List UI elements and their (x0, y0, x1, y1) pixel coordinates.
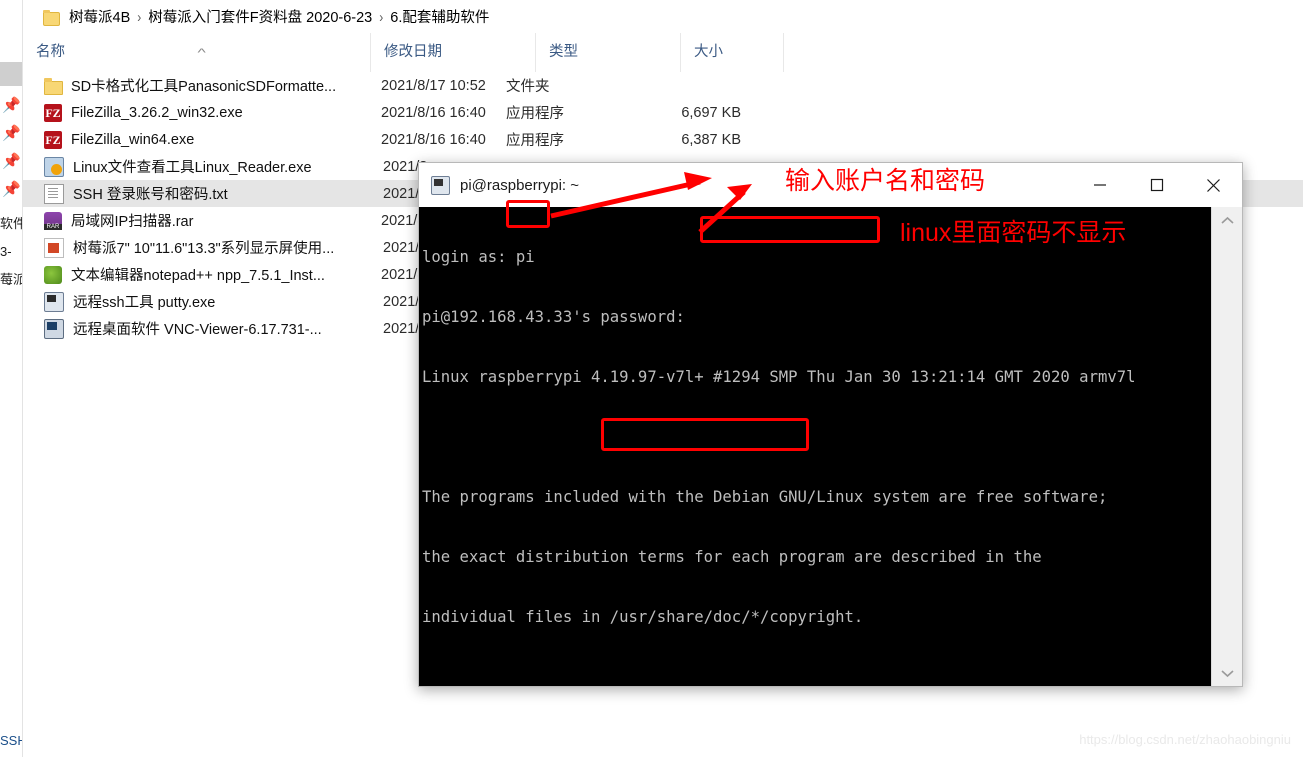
column-header-name[interactable]: 名称 ^ (23, 33, 370, 72)
terminal-line: The programs included with the Debian GN… (422, 488, 1108, 506)
putty-terminal-window[interactable]: pi@raspberrypi: ~ login as: pi pi@192.16… (418, 162, 1243, 687)
file-name: 局域网IP扫描器.rar (71, 214, 194, 230)
pin-icon[interactable]: 📌 (2, 176, 21, 204)
file-name: 远程桌面软件 VNC-Viewer-6.17.731-... (73, 322, 322, 338)
file-name: SD卡格式化工具PanasonicSDFormatte... (71, 79, 337, 95)
powerpoint-icon (44, 237, 64, 258)
terminal-line: login as: pi (422, 248, 535, 266)
file-size: 6,697 KB (681, 104, 741, 121)
minimize-icon[interactable] (1071, 163, 1128, 207)
file-name: 树莓派7" 10"11.6"13.3"系列显示屏使用... (73, 241, 335, 257)
terminal-line: Linux raspberrypi 4.19.97-v7l+ #1294 SMP… (422, 368, 1136, 386)
scrollbar-thumb[interactable] (1212, 233, 1242, 637)
terminal-line: individual files in /usr/share/doc/*/cop… (422, 608, 864, 626)
folder-icon (43, 9, 60, 26)
filezilla-icon: FZ (44, 103, 62, 122)
nav-item-label[interactable]: 软件 (0, 210, 22, 238)
text-file-icon (44, 183, 64, 204)
column-header-extra[interactable] (783, 33, 797, 72)
file-date: 2021/8/17 10:52 (381, 77, 486, 94)
file-type: 应用程序 (506, 106, 564, 122)
putty-icon (431, 175, 450, 195)
sort-ascending-icon: ^ (197, 47, 206, 59)
chevron-right-icon: › (379, 7, 384, 26)
putty-icon (44, 291, 64, 312)
nav-item-label-bottom[interactable]: SSH (0, 733, 22, 748)
terminal-line: pi@192.168.43.33's password: (422, 308, 685, 326)
close-icon[interactable] (1185, 163, 1242, 207)
pin-icon[interactable]: 📌 (2, 120, 21, 148)
maximize-icon[interactable] (1128, 163, 1185, 207)
column-header-size[interactable]: 大小 (680, 33, 783, 72)
titlebar[interactable]: pi@raspberrypi: ~ (419, 163, 1242, 207)
table-row[interactable]: FZ FileZilla_win64.exe 2021/8/16 16:40 应… (23, 126, 1303, 153)
file-size: 6,387 KB (681, 131, 741, 148)
nav-selected-indicator (0, 62, 22, 86)
breadcrumb[interactable]: 树莓派4B › 树莓派入门套件F资料盘 2020-6-23 › 6.配套辅助软件 (23, 0, 1303, 33)
terminal-line: the exact distribution terms for each pr… (422, 548, 1042, 566)
nav-item-label[interactable]: 莓派 (0, 266, 22, 294)
file-name: FileZilla_3.26.2_win32.exe (71, 104, 243, 121)
file-type: 文件夹 (506, 79, 550, 95)
column-header-row: 名称 ^ 修改日期 类型 大小 (23, 33, 1303, 73)
column-header-name-label: 名称 (36, 44, 65, 60)
folder-icon (44, 77, 63, 95)
file-date: 2021/8/16 16:40 (381, 104, 486, 121)
table-row[interactable]: SD卡格式化工具PanasonicSDFormatte... 2021/8/17… (23, 72, 1303, 99)
file-date: 2021/8/16 16:40 (381, 131, 486, 148)
pin-icon[interactable]: 📌 (2, 148, 21, 176)
window-title: pi@raspberrypi: ~ (460, 176, 580, 194)
filezilla-icon: FZ (44, 130, 62, 149)
chevron-up-icon[interactable] (1212, 207, 1242, 233)
breadcrumb-item-2[interactable]: 6.配套辅助软件 (390, 6, 489, 27)
terminal-output-area[interactable]: login as: pi pi@192.168.43.33's password… (419, 207, 1242, 686)
column-header-date[interactable]: 修改日期 (370, 33, 535, 72)
terminal-text: login as: pi pi@192.168.43.33's password… (422, 207, 1211, 686)
file-type: 应用程序 (506, 133, 564, 149)
table-row[interactable]: FZ FileZilla_3.26.2_win32.exe 2021/8/16 … (23, 99, 1303, 126)
nav-item-label[interactable]: 3- (0, 238, 22, 266)
rar-archive-icon (44, 211, 62, 230)
linux-reader-icon (44, 156, 64, 177)
navigation-pane-strip[interactable]: 📌 📌 📌 📌 软件 3- 莓派 SSH (0, 0, 23, 757)
chevron-right-icon: › (137, 7, 142, 26)
chevron-down-icon[interactable] (1212, 660, 1242, 686)
vnc-viewer-icon (44, 318, 64, 339)
file-name: FileZilla_win64.exe (71, 131, 195, 148)
notepadpp-icon (44, 265, 62, 284)
file-name: 远程ssh工具 putty.exe (73, 295, 216, 311)
terminal-scrollbar[interactable] (1211, 207, 1242, 686)
watermark: https://blog.csdn.net/zhaohaobingniu (1079, 732, 1291, 747)
column-header-type[interactable]: 类型 (535, 33, 680, 72)
breadcrumb-item-1[interactable]: 树莓派入门套件F资料盘 2020-6-23 (148, 6, 372, 27)
breadcrumb-item-0[interactable]: 树莓派4B (69, 6, 130, 27)
file-name: 文本编辑器notepad++ npp_7.5.1_Inst... (71, 268, 325, 284)
file-name: Linux文件查看工具Linux_Reader.exe (73, 160, 312, 176)
file-name: SSH 登录账号和密码.txt (73, 187, 228, 203)
window-controls (1071, 163, 1242, 207)
pin-icon[interactable]: 📌 (2, 92, 21, 120)
